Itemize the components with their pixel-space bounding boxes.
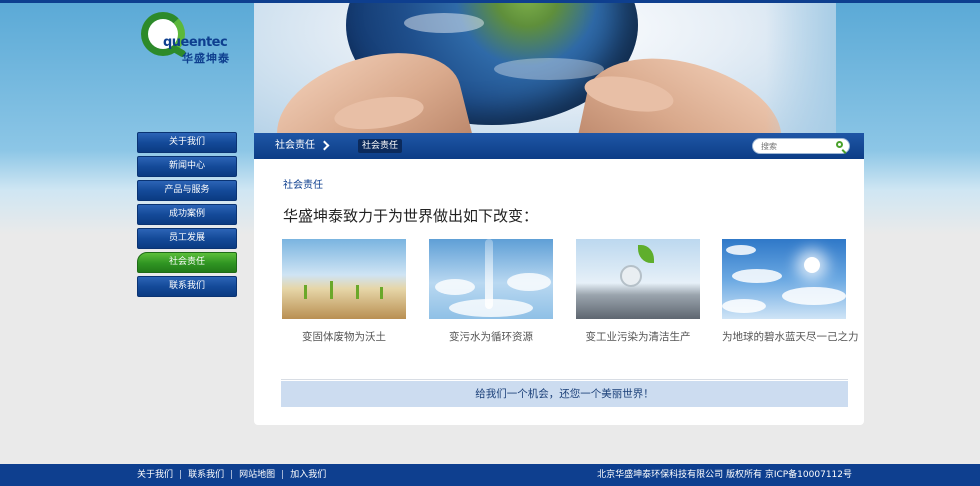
footer-link-sitemap[interactable]: 网站地图 [239, 470, 275, 480]
divider [281, 379, 848, 380]
card-caption: 变固体废物为沃土 [302, 331, 386, 343]
sidebar-item-careers[interactable]: 员工发展 [137, 228, 237, 249]
sidebar-item-news[interactable]: 新闻中心 [137, 156, 237, 177]
footer-link-join[interactable]: 加入我们 [290, 470, 326, 480]
chevron-right-icon [319, 140, 330, 151]
water-sky-image [429, 239, 553, 319]
tab-social-responsibility[interactable]: 社会责任 [358, 139, 403, 153]
sidebar-item-cases[interactable]: 成功案例 [137, 204, 237, 225]
card-caption: 变工业污染为清洁生产 [585, 331, 691, 343]
metal-leaf-image [576, 239, 700, 319]
card-caption: 为地球的碧水蓝天尽一己之力 [722, 331, 859, 343]
page-headline: 华盛坤泰致力于为世界做出如下改变： [283, 207, 539, 225]
sidebar-item-contact[interactable]: 联系我们 [137, 276, 237, 297]
search-input[interactable] [761, 139, 831, 153]
content-panel: 社会责任 社会责任 社会责任 华盛坤泰致力于为世界做出如下改变： 变固体废物为沃… [254, 133, 864, 425]
banner-image [254, 3, 836, 133]
card-water[interactable]: 变污水为循环资源 [429, 239, 553, 344]
search-box [752, 138, 850, 154]
footer-link-contact[interactable]: 联系我们 [188, 470, 224, 480]
card-sky[interactable]: 为地球的碧水蓝天尽一己之力 [722, 239, 859, 344]
sidebar-item-social-responsibility[interactable]: 社会责任 [137, 252, 237, 273]
copyright: 北京华盛坤泰环保科技有限公司 版权所有 京ICP备10007112号 [597, 470, 852, 480]
footer: 关于我们 | 联系我们 | 网站地图 | 加入我们 北京华盛坤泰环保科技有限公司 版权所有 … [0, 464, 980, 486]
blue-sky-sun-image [722, 239, 846, 319]
search-icon[interactable] [836, 141, 843, 148]
footer-separator: | [230, 470, 234, 480]
logo-wordmark: queentec [163, 35, 228, 50]
sidebar-item-products[interactable]: 产品与服务 [137, 180, 237, 201]
logo-chinese-name: 华盛坤泰 [182, 52, 230, 65]
footer-separator: | [281, 470, 285, 480]
sidebar-nav: 关于我们 新闻中心 产品与服务 成功案例 员工发展 社会责任 联系我们 [137, 132, 237, 300]
sidebar-item-about[interactable]: 关于我们 [137, 132, 237, 153]
card-caption: 变污水为循环资源 [449, 331, 533, 343]
company-logo[interactable]: queentec 华盛坤泰 [141, 12, 241, 65]
sun-icon [804, 257, 820, 273]
card-industry[interactable]: 变工业污染为清洁生产 [576, 239, 700, 344]
slogan-banner: 给我们一个机会，还您一个美丽世界！ [281, 381, 848, 407]
section-title: 社会责任 [283, 180, 323, 191]
soil-sprouts-image [282, 239, 406, 319]
footer-link-about[interactable]: 关于我们 [137, 470, 173, 480]
footer-separator: | [179, 470, 183, 480]
card-soil[interactable]: 变固体废物为沃土 [282, 239, 406, 344]
footer-links: 关于我们 | 联系我们 | 网站地图 | 加入我们 [137, 464, 326, 486]
panel-header: 社会责任 社会责任 [254, 133, 864, 159]
breadcrumb[interactable]: 社会责任 [275, 133, 315, 159]
